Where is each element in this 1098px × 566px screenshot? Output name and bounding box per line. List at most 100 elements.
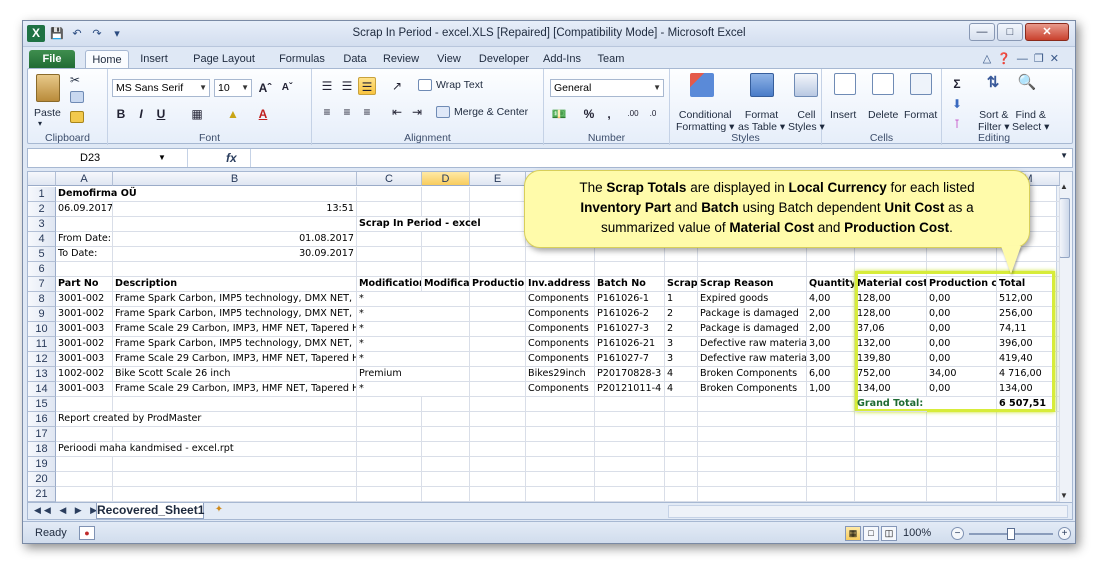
row-header-4[interactable]: 4 <box>28 232 56 247</box>
cell-e9[interactable] <box>470 307 526 322</box>
copy-icon[interactable] <box>70 91 84 103</box>
zoom-knob[interactable] <box>1007 528 1015 540</box>
cell-d14[interactable] <box>422 382 470 397</box>
cell-j8[interactable]: 4,00 <box>807 292 855 307</box>
zoom-slider[interactable]: − + <box>951 527 1071 540</box>
page-layout-view-icon[interactable]: □ <box>863 526 879 541</box>
cell-j17[interactable] <box>807 427 855 442</box>
number-format-combo[interactable]: General ▼ <box>550 79 664 97</box>
tab-home[interactable]: Home <box>85 50 129 69</box>
cell-h14[interactable]: 4 <box>665 382 698 397</box>
cell-h18[interactable] <box>665 442 698 457</box>
fill-color-icon[interactable]: ▲ <box>224 105 242 123</box>
cell-f20[interactable] <box>526 472 595 487</box>
cell-e6[interactable] <box>470 262 526 277</box>
percent-icon[interactable]: % <box>580 105 598 123</box>
row-header-19[interactable]: 19 <box>28 457 56 472</box>
cell-e11[interactable] <box>470 337 526 352</box>
cell-a19[interactable] <box>56 457 113 472</box>
clear-icon[interactable]: ⊺ <box>948 115 966 133</box>
cell-i14[interactable]: Broken Components <box>698 382 807 397</box>
cell-g12[interactable]: P161027-7 <box>595 352 665 367</box>
cell-e15[interactable] <box>470 397 526 412</box>
cell-f8[interactable]: Components <box>526 292 595 307</box>
cell-g6[interactable] <box>595 262 665 277</box>
cell-g10[interactable]: P161027-3 <box>595 322 665 337</box>
scroll-down-icon[interactable]: ▼ <box>1060 491 1068 500</box>
cell-d7[interactable]: Modificat <box>422 277 470 292</box>
cell-i17[interactable] <box>698 427 807 442</box>
paste-dropdown-icon[interactable]: ▾ <box>38 119 42 128</box>
cell-e20[interactable] <box>470 472 526 487</box>
column-header-e[interactable]: E <box>470 172 526 186</box>
minimize-button[interactable]: — <box>969 23 995 41</box>
row-header-13[interactable]: 13 <box>28 367 56 382</box>
row-header-20[interactable]: 20 <box>28 472 56 487</box>
insert-sheet-icon[interactable]: ✦ <box>208 504 230 518</box>
cell-i6[interactable] <box>698 262 807 277</box>
conditional-formatting-button[interactable]: Conditional Formatting ▾ <box>676 109 734 133</box>
align-right-icon[interactable]: ≡ <box>358 103 376 121</box>
shrink-font-icon[interactable]: Aˇ <box>278 79 296 97</box>
cell-b21[interactable] <box>113 487 357 502</box>
cell-g20[interactable] <box>595 472 665 487</box>
cell-a1[interactable]: Demofirma OÜ <box>56 187 137 202</box>
cell-i15[interactable] <box>698 397 807 412</box>
increase-decimal-icon[interactable]: .00 <box>624 105 642 123</box>
cell-d16[interactable] <box>422 412 470 427</box>
cell-f6[interactable] <box>526 262 595 277</box>
cell-a18[interactable]: Perioodi maha kandmised - excel.rpt <box>56 442 234 457</box>
row-header-21[interactable]: 21 <box>28 487 56 502</box>
cell-a11[interactable]: 3001-002 <box>56 337 113 352</box>
normal-view-icon[interactable]: ▦ <box>845 526 861 541</box>
cell-c4[interactable] <box>357 232 422 247</box>
cell-j10[interactable]: 2,00 <box>807 322 855 337</box>
cell-b20[interactable] <box>113 472 357 487</box>
zoom-out-icon[interactable]: − <box>951 527 964 540</box>
cell-d8[interactable] <box>422 292 470 307</box>
tab-file[interactable]: File <box>29 50 75 69</box>
zoom-level[interactable]: 100% <box>903 527 931 539</box>
decrease-decimal-icon[interactable]: .0 <box>644 105 662 123</box>
cell-a8[interactable]: 3001-002 <box>56 292 113 307</box>
cell-i9[interactable]: Package is damaged <box>698 307 807 322</box>
cell-a14[interactable]: 3001-003 <box>56 382 113 397</box>
cell-c15[interactable] <box>357 397 422 412</box>
cell-h13[interactable]: 4 <box>665 367 698 382</box>
cell-f7[interactable]: Inv.address <box>526 277 595 292</box>
tab-data[interactable]: Data <box>335 50 375 69</box>
cell-k18[interactable] <box>855 442 927 457</box>
cell-d10[interactable] <box>422 322 470 337</box>
row-header-1[interactable]: 1 <box>28 187 56 202</box>
fill-icon[interactable]: ⬇ <box>948 95 966 113</box>
row-header-11[interactable]: 11 <box>28 337 56 352</box>
cell-g16[interactable] <box>595 412 665 427</box>
cell-c10[interactable]: * <box>357 322 422 337</box>
autosum-icon[interactable]: Σ <box>948 75 966 93</box>
cell-h19[interactable] <box>665 457 698 472</box>
cell-j14[interactable]: 1,00 <box>807 382 855 397</box>
cell-c8[interactable]: * <box>357 292 422 307</box>
cell-e5[interactable] <box>470 247 526 262</box>
cell-d4[interactable] <box>422 232 470 247</box>
font-size-combo[interactable]: 10 ▼ <box>214 79 252 97</box>
format-painter-icon[interactable] <box>70 111 84 123</box>
cell-l17[interactable] <box>927 427 997 442</box>
cell-f18[interactable] <box>526 442 595 457</box>
cell-i20[interactable] <box>698 472 807 487</box>
decrease-indent-icon[interactable]: ⇤ <box>388 103 406 121</box>
cell-d2[interactable] <box>422 202 470 217</box>
cell-c14[interactable]: * <box>357 382 422 397</box>
cell-c3[interactable]: Scrap In Period - excel <box>357 217 481 232</box>
cell-b10[interactable]: Frame Scale 29 Carbon, IMP3, HMF NET, Ta… <box>113 322 357 337</box>
tab-page-layout[interactable]: Page Layout <box>179 50 269 69</box>
cell-f17[interactable] <box>526 427 595 442</box>
align-top-icon[interactable]: ☰ <box>318 77 336 95</box>
cell-i18[interactable] <box>698 442 807 457</box>
cell-g18[interactable] <box>595 442 665 457</box>
cell-g5[interactable] <box>595 247 665 262</box>
cell-b14[interactable]: Frame Scale 29 Carbon, IMP3, HMF NET, Ta… <box>113 382 357 397</box>
cell-e1[interactable] <box>470 187 526 202</box>
cell-f10[interactable]: Components <box>526 322 595 337</box>
cell-j12[interactable]: 3,00 <box>807 352 855 367</box>
